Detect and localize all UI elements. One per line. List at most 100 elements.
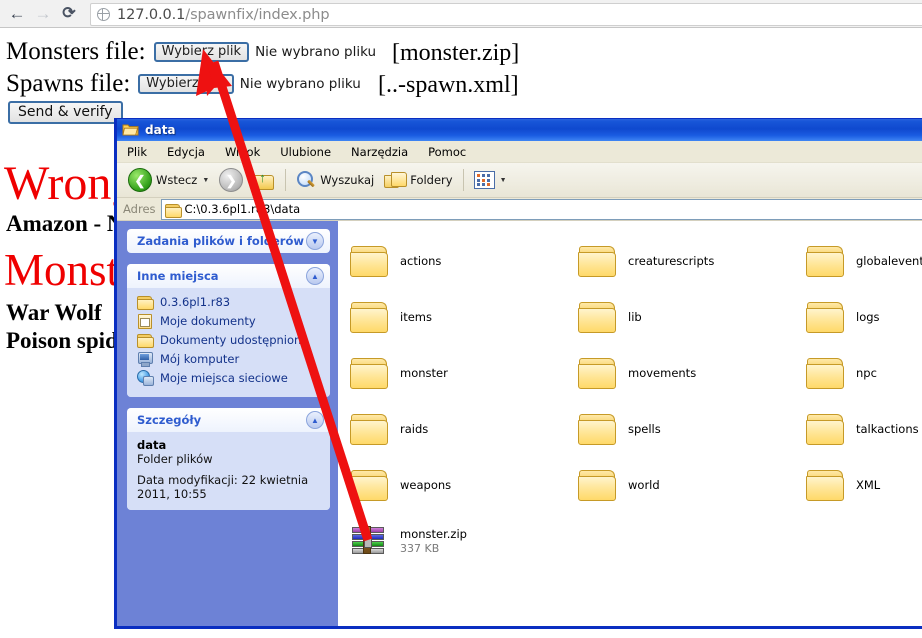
file-item[interactable]: npc: [806, 345, 922, 401]
file-folder-tasks-panel: Zadania plików i folderów ▼: [127, 229, 330, 253]
places-panel-title: Inne miejsca: [137, 269, 219, 283]
details-item-type: Folder plików: [137, 452, 213, 466]
details-panel-header[interactable]: Szczegóły ▲: [127, 408, 330, 432]
toolbar-back-button[interactable]: ❮ Wstecz ▼: [123, 165, 214, 195]
explorer-title: data: [145, 123, 176, 137]
file-name: XML: [856, 478, 881, 492]
address-label: Adres: [123, 202, 156, 216]
file-item[interactable]: globalevents: [806, 233, 922, 289]
toolbar-forward-button[interactable]: ❯: [214, 165, 248, 195]
file-grid: actions creaturescripts globalevents ite…: [338, 221, 922, 569]
folder-icon: [137, 332, 154, 348]
file-item[interactable]: talkactions: [806, 401, 922, 457]
file-name: npc: [856, 366, 877, 380]
explorer-titlebar[interactable]: data: [117, 118, 922, 141]
back-icon[interactable]: ←: [4, 1, 30, 27]
menu-pomoc[interactable]: Pomoc: [428, 145, 466, 159]
menu-edycja[interactable]: Edycja: [167, 145, 205, 159]
spawns-choose-file-button[interactable]: Wybierz plik: [138, 74, 234, 94]
spawns-file-label: Spawns file:: [6, 70, 131, 97]
file-name: items: [400, 310, 432, 324]
network-icon: [137, 370, 154, 386]
send-and-verify-button[interactable]: Send & verify: [8, 101, 123, 124]
file-name: lib: [628, 310, 642, 324]
file-name: monster.zip: [400, 527, 467, 541]
folder-icon: [164, 202, 182, 218]
place-label: Mój komputer: [160, 351, 240, 366]
file-item[interactable]: creaturescripts: [578, 233, 806, 289]
chevron-down-icon[interactable]: ▼: [202, 177, 209, 184]
address-bar[interactable]: 127.0.0.1/spawnfix/index.php: [90, 3, 922, 26]
file-name: logs: [856, 310, 880, 324]
monsters-choose-file-button[interactable]: Wybierz plik: [153, 42, 250, 62]
reload-icon[interactable]: ⟳: [56, 1, 82, 27]
file-item[interactable]: XML: [806, 457, 922, 513]
chevron-up-icon[interactable]: ▲: [306, 411, 324, 429]
file-name: monster: [400, 366, 448, 380]
folder-icon: [578, 469, 618, 502]
magnifier-icon: [296, 170, 316, 190]
place-item-my-documents[interactable]: Moje dokumenty: [137, 313, 322, 329]
folder-icon: [806, 245, 846, 278]
file-item[interactable]: weapons: [350, 457, 578, 513]
url-path: /spawnfix/index.php: [185, 6, 330, 23]
menu-plik[interactable]: Plik: [127, 145, 147, 159]
place-item-root-folder[interactable]: 0.3.6pl1.r83: [137, 294, 322, 310]
file-explorer-window[interactable]: data Plik Edycja Widok Ulubione Narzędzi…: [114, 118, 922, 629]
file-item[interactable]: items: [350, 289, 578, 345]
menu-narzedzia[interactable]: Narzędzia: [351, 145, 408, 159]
address-value: C:\0.3.6pl1.r83\data: [184, 202, 301, 216]
explorer-toolbar: ❮ Wstecz ▼ ❯ ↑ Wyszukaj Foldery ▼: [117, 163, 922, 198]
monsters-file-status: Nie wybrano pliku: [255, 44, 377, 60]
globe-icon: [97, 8, 110, 21]
views-chevron-down-icon[interactable]: ▼: [500, 177, 507, 184]
place-label: Moje miejsca sieciowe: [160, 370, 288, 385]
menu-ulubione[interactable]: Ulubione: [280, 145, 331, 159]
file-item-archive[interactable]: monster.zip 337 KB: [350, 513, 578, 569]
file-item[interactable]: monster: [350, 345, 578, 401]
search-label: Wyszukaj: [320, 173, 375, 187]
file-item[interactable]: movements: [578, 345, 806, 401]
file-name: movements: [628, 366, 697, 380]
file-item[interactable]: actions: [350, 233, 578, 289]
file-name: weapons: [400, 478, 452, 492]
explorer-sidebar: Zadania plików i folderów ▼ Inne miejsca…: [117, 221, 338, 626]
file-name: globalevents: [856, 254, 922, 268]
line-amazon: Amazon - N: [6, 211, 124, 236]
file-item[interactable]: logs: [806, 289, 922, 345]
chevron-down-icon[interactable]: ▼: [306, 232, 324, 250]
toolbar-search-button[interactable]: Wyszukaj: [291, 165, 379, 195]
toolbar-views-button[interactable]: ▼: [469, 165, 512, 195]
screenshot-root: ← → ⟳ 127.0.0.1/spawnfix/index.php Monst…: [0, 0, 922, 638]
place-item-network-places[interactable]: Moje miejsca sieciowe: [137, 370, 322, 386]
tasks-panel-header[interactable]: Zadania plików i folderów ▼: [127, 229, 330, 253]
place-item-my-computer[interactable]: Mój komputer: [137, 351, 322, 367]
toolbar-up-button[interactable]: ↑: [248, 165, 280, 195]
toolbar-separator-2: [462, 169, 464, 191]
line-war-wolf: War Wolf: [6, 300, 102, 325]
back-circle-icon: ❮: [128, 168, 152, 192]
spawn-xml-hint: [..-spawn.xml]: [378, 72, 519, 98]
folder-icon: [806, 469, 846, 502]
address-input[interactable]: C:\0.3.6pl1.r83\data: [160, 198, 922, 220]
file-name: world: [628, 478, 660, 492]
folder-icon: [350, 301, 390, 334]
monsters-file-row: Monsters file: Wybierz plik Nie wybrano …: [6, 38, 376, 66]
menu-widok[interactable]: Widok: [225, 145, 260, 159]
place-item-shared-documents[interactable]: Dokumenty udostępnione: [137, 332, 322, 348]
details-item-modified: Data modyfikacji: 22 kwietnia 2011, 10:5…: [137, 473, 309, 502]
file-item[interactable]: raids: [350, 401, 578, 457]
forward-icon[interactable]: →: [30, 1, 56, 27]
url-host: 127.0.0.1: [117, 6, 186, 23]
toolbar-folders-button[interactable]: Foldery: [379, 165, 457, 195]
monsters-file-label: Monsters file:: [6, 38, 146, 65]
places-panel-header[interactable]: Inne miejsca ▲: [127, 264, 330, 288]
folder-open-icon: [122, 123, 139, 137]
chevron-up-icon[interactable]: ▲: [306, 267, 324, 285]
file-item[interactable]: spells: [578, 401, 806, 457]
file-list-pane[interactable]: actions creaturescripts globalevents ite…: [338, 221, 922, 626]
file-item[interactable]: lib: [578, 289, 806, 345]
file-name: actions: [400, 254, 442, 268]
file-item[interactable]: world: [578, 457, 806, 513]
file-name: raids: [400, 422, 429, 436]
